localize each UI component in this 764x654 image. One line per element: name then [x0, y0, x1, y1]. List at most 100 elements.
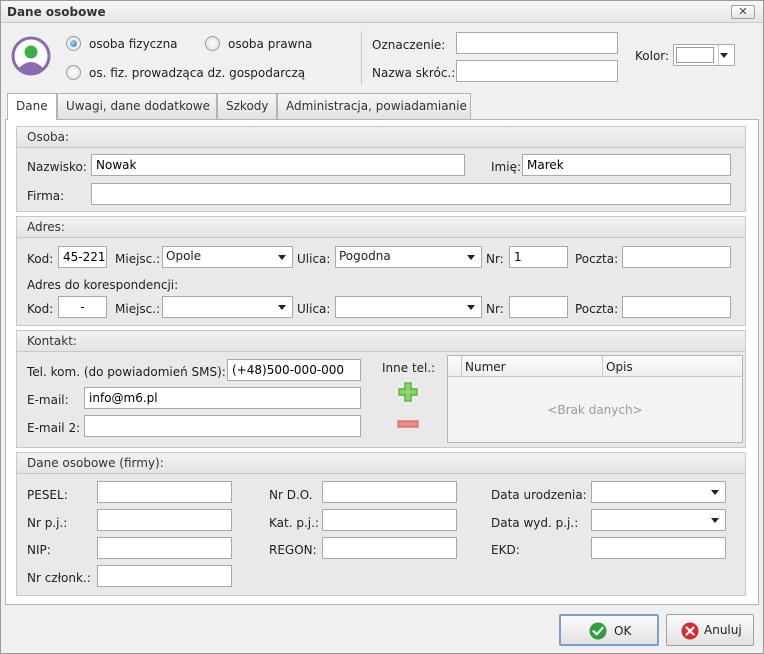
chevron-down-icon	[467, 305, 475, 310]
kolor-swatch	[676, 47, 714, 63]
nr-czlonk-input[interactable]	[97, 565, 232, 587]
nr-label: Nr:	[486, 252, 504, 266]
radio-dzialalnosc-label: os. fiz. prowadząca dz. gospodarczą	[89, 66, 306, 80]
chevron-down-icon	[467, 255, 475, 260]
group-firma-header: Dane osobowe (firmy):	[17, 453, 745, 474]
miejsc-combo[interactable]: Opole	[162, 246, 293, 268]
group-osoba: Osoba: Nazwisko: Nowak Imię: Marek Firma…	[16, 126, 746, 212]
poczta-input[interactable]	[622, 246, 731, 268]
ulica-combo[interactable]: Pogodna	[335, 246, 482, 268]
data-wyd-combo[interactable]	[591, 509, 726, 531]
group-kontakt-header: Kontakt:	[17, 331, 745, 352]
plus-icon[interactable]	[397, 381, 419, 403]
chevron-down-icon	[278, 305, 286, 310]
nrpj-label: Nr p.j.:	[27, 516, 68, 530]
telkom-input[interactable]: (+48)500-000-000	[227, 359, 361, 381]
koresp-nr-input[interactable]	[509, 296, 568, 318]
poczta-label: Poczta:	[575, 252, 619, 266]
nazwa-skroc-input[interactable]	[456, 60, 618, 82]
nrpj-input[interactable]	[97, 509, 232, 531]
nazwisko-input[interactable]: Nowak	[91, 154, 465, 176]
window-title: Dane osobowe	[7, 5, 106, 19]
close-button[interactable]: ✕	[731, 5, 755, 19]
miejsc-label: Miejsc.:	[115, 252, 161, 266]
nazwisko-label: Nazwisko:	[27, 160, 87, 174]
koresp-ulica-combo[interactable]	[335, 296, 482, 318]
oznaczenie-label: Oznaczenie:	[372, 38, 446, 52]
koresp-kod-label: Kod:	[27, 302, 54, 316]
data-urodzenia-label: Data urodzenia:	[491, 488, 587, 502]
koresp-miejsc-label: Miejsc.:	[115, 302, 161, 316]
regon-input[interactable]	[322, 537, 457, 559]
tab-panel-dane: Osoba: Nazwisko: Nowak Imię: Marek Firma…	[5, 119, 759, 605]
kolor-divider	[718, 45, 719, 65]
koresp-poczta-label: Poczta:	[575, 302, 619, 316]
radio-osoba-fizyczna-label: osoba fizyczna	[89, 37, 178, 51]
ekd-input[interactable]	[591, 537, 726, 559]
koresp-label: Adres do korespondencji:	[27, 278, 179, 292]
grid-col-divider	[602, 356, 603, 376]
koresp-kod-input[interactable]: -	[58, 296, 107, 318]
chevron-down-icon	[711, 490, 719, 495]
group-adres-header: Adres:	[17, 217, 745, 238]
koresp-nr-label: Nr:	[486, 302, 504, 316]
user-avatar-icon	[11, 36, 51, 76]
ok-button-label: OK	[614, 624, 632, 638]
group-firma: Dane osobowe (firmy): PESEL: Nr D.O. Dat…	[16, 452, 746, 596]
nr-input[interactable]: 1	[509, 246, 568, 268]
radio-osoba-prawna-label: osoba prawna	[228, 37, 313, 51]
tab-szkody[interactable]: Szkody	[217, 93, 277, 119]
data-urodzenia-combo[interactable]	[591, 481, 726, 503]
title-bar: Dane osobowe ✕	[1, 1, 763, 23]
kod-label: Kod:	[27, 252, 54, 266]
close-icon: ✕	[738, 5, 748, 18]
kod-input[interactable]: 45-221	[58, 246, 107, 268]
group-osoba-title: Osoba:	[27, 130, 70, 144]
oznaczenie-input[interactable]	[456, 32, 618, 54]
firma-input[interactable]	[91, 183, 731, 205]
check-icon	[589, 622, 607, 640]
email-label: E-mail:	[27, 393, 69, 407]
tab-uwagi[interactable]: Uwagi, dane dodatkowe	[57, 93, 217, 119]
data-wyd-label: Data wyd. p.j.:	[491, 516, 579, 530]
inne-tel-label: Inne tel.:	[382, 361, 436, 375]
nrdo-input[interactable]	[322, 481, 457, 503]
dialog-window: Dane osobowe ✕ osoba fizyczna osoba praw…	[0, 0, 764, 654]
kolor-picker[interactable]	[673, 44, 735, 66]
grid-col-opis[interactable]: Opis	[606, 360, 633, 374]
imie-input[interactable]: Marek	[522, 154, 731, 176]
chevron-down-icon	[278, 255, 286, 260]
email-input[interactable]: info@m6.pl	[84, 387, 361, 409]
koresp-miejsc-combo[interactable]	[162, 296, 293, 318]
grid-indicator-col	[448, 356, 462, 376]
minus-icon[interactable]	[397, 417, 419, 428]
ulica-label: Ulica:	[297, 252, 331, 266]
koresp-ulica-label: Ulica:	[297, 302, 331, 316]
telkom-label: Tel. kom. (do powiadomień SMS):	[27, 365, 226, 379]
tab-administracja[interactable]: Administracja, powiadamianie	[277, 93, 471, 119]
pesel-label: PESEL:	[27, 488, 68, 502]
group-osoba-header: Osoba:	[17, 127, 745, 148]
nr-czlonk-label: Nr członk.:	[27, 571, 91, 585]
grid-col-numer[interactable]: Numer	[465, 360, 506, 374]
ekd-label: EKD:	[491, 543, 520, 557]
firma-label: Firma:	[27, 189, 65, 203]
koresp-poczta-input[interactable]	[622, 296, 731, 318]
ok-button[interactable]: OK	[559, 614, 659, 646]
email2-input[interactable]	[84, 415, 361, 437]
group-firma-title: Dane osobowe (firmy):	[27, 456, 164, 470]
group-adres-title: Adres:	[27, 220, 65, 234]
group-kontakt: Kontakt: Tel. kom. (do powiadomień SMS):…	[16, 330, 746, 448]
cancel-button[interactable]: Anuluj	[666, 614, 754, 646]
radio-osoba-prawna[interactable]	[205, 36, 220, 51]
nip-input[interactable]	[97, 537, 232, 559]
group-kontakt-title: Kontakt:	[27, 334, 77, 348]
katpj-input[interactable]	[322, 509, 457, 531]
inne-tel-grid[interactable]: Numer Opis <Brak danych>	[447, 355, 743, 443]
grid-empty-text: <Brak danych>	[547, 403, 643, 417]
radio-dzialalnosc[interactable]	[66, 65, 81, 80]
tab-dane[interactable]: Dane	[7, 93, 57, 120]
radio-osoba-fizyczna[interactable]	[66, 36, 81, 51]
pesel-input[interactable]	[97, 481, 232, 503]
group-adres: Adres: Kod: 45-221 Miejsc.: Opole Ulica:…	[16, 216, 746, 326]
